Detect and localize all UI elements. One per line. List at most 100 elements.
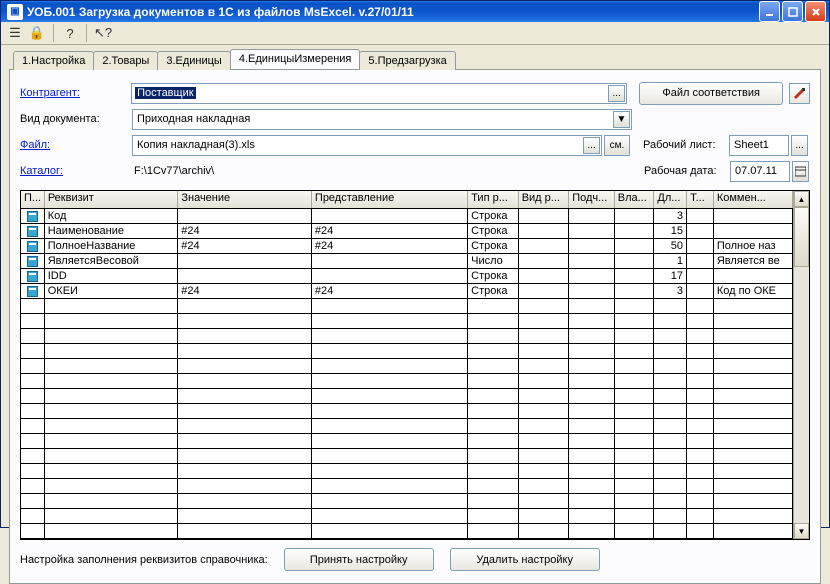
table-row[interactable] <box>21 509 793 524</box>
table-row[interactable] <box>21 314 793 329</box>
table-row[interactable] <box>21 404 793 419</box>
kontragent-lookup-button[interactable]: ... <box>608 85 625 102</box>
column-header[interactable]: П... <box>21 191 45 208</box>
table-cell <box>687 419 714 433</box>
toolbar-icon-1[interactable]: ☰ <box>7 25 23 41</box>
table-cell <box>178 254 312 268</box>
file-field[interactable]: ... <box>132 135 602 156</box>
table-row[interactable] <box>21 359 793 374</box>
close-button[interactable] <box>805 1 826 22</box>
tab-panel: Контрагент: Поставщик ... Файл соответст… <box>9 69 821 584</box>
kontragent-field[interactable]: Поставщик ... <box>131 83 627 104</box>
table-cell <box>714 389 793 403</box>
table-row[interactable] <box>21 329 793 344</box>
table-cell <box>178 299 312 313</box>
edit-icon[interactable] <box>789 83 810 104</box>
tab-3[interactable]: 4.ЕдиницыИзмерения <box>230 49 361 69</box>
katalog-label[interactable]: Каталог: <box>20 165 132 177</box>
match-file-button[interactable]: Файл соответствия <box>639 82 783 105</box>
kontragent-label[interactable]: Контрагент: <box>20 87 131 99</box>
table-cell <box>21 359 45 373</box>
table-row[interactable] <box>21 479 793 494</box>
column-header[interactable]: Вла... <box>615 191 655 208</box>
table-cell: ОКЕИ <box>45 284 179 298</box>
column-header[interactable]: Т... <box>687 191 714 208</box>
table-cell: 3 <box>654 209 687 223</box>
table-row[interactable] <box>21 434 793 449</box>
table-row[interactable]: КодСтрока3 <box>21 209 793 224</box>
file-view-button[interactable]: см. <box>604 135 630 156</box>
column-header[interactable]: Представление <box>312 191 468 208</box>
sheet-field[interactable] <box>729 135 789 156</box>
cursor-help-icon[interactable]: ↖? <box>95 25 111 41</box>
vertical-scrollbar[interactable]: ▲ ▼ <box>793 191 809 539</box>
scroll-thumb[interactable] <box>794 207 809 267</box>
table-row[interactable] <box>21 374 793 389</box>
sheet-input[interactable] <box>730 136 830 155</box>
table-row[interactable]: ПолноеНазвание#24#24Строка50Полное наз <box>21 239 793 254</box>
table-cell <box>45 434 179 448</box>
tab-4[interactable]: 5.Предзагрузка <box>359 51 455 70</box>
column-header[interactable]: Коммен... <box>714 191 793 208</box>
table-row[interactable] <box>21 524 793 539</box>
table-cell <box>569 494 615 508</box>
tab-0[interactable]: 1.Настройка <box>13 51 94 70</box>
date-input[interactable] <box>731 162 830 181</box>
delete-settings-button[interactable]: Удалить настройку <box>450 548 600 571</box>
file-lookup-button[interactable]: ... <box>583 137 600 154</box>
table-cell: Строка <box>468 284 519 298</box>
scroll-track[interactable] <box>794 267 809 523</box>
table-row[interactable]: IDDСтрока17 <box>21 269 793 284</box>
table-cell <box>687 494 714 508</box>
tab-1[interactable]: 2.Товары <box>93 51 158 70</box>
table-row[interactable]: Наименование#24#24Строка15 <box>21 224 793 239</box>
column-header[interactable]: Вид р... <box>519 191 570 208</box>
table-cell <box>21 464 45 478</box>
table-cell <box>615 284 655 298</box>
viddoc-dropdown-button[interactable]: ▼ <box>613 111 630 128</box>
table-cell <box>21 479 45 493</box>
table-cell <box>468 479 519 493</box>
table-cell <box>615 224 655 238</box>
table-row[interactable] <box>21 389 793 404</box>
table-cell <box>178 389 312 403</box>
table-cell: 15 <box>654 224 687 238</box>
minimize-button[interactable] <box>759 1 780 22</box>
scroll-down-button[interactable]: ▼ <box>794 523 809 539</box>
file-input[interactable] <box>133 136 582 155</box>
table-cell <box>519 329 570 343</box>
data-grid[interactable]: П...РеквизитЗначениеПредставлениеТип р..… <box>20 190 810 540</box>
table-row[interactable] <box>21 449 793 464</box>
table-row[interactable] <box>21 464 793 479</box>
table-cell <box>615 404 655 418</box>
maximize-button[interactable] <box>782 1 803 22</box>
viddoc-input[interactable] <box>133 110 612 129</box>
column-header[interactable]: Значение <box>178 191 312 208</box>
apply-settings-button[interactable]: Принять настройку <box>284 548 434 571</box>
table-row[interactable] <box>21 299 793 314</box>
table-cell <box>687 254 714 268</box>
tab-2[interactable]: 3.Единицы <box>157 51 231 70</box>
column-header[interactable]: Подч... <box>569 191 615 208</box>
table-row[interactable] <box>21 344 793 359</box>
help-icon[interactable]: ? <box>62 25 78 41</box>
viddoc-field[interactable]: ▼ <box>132 109 632 130</box>
table-cell <box>569 224 615 238</box>
column-header[interactable]: Реквизит <box>45 191 179 208</box>
table-row[interactable] <box>21 494 793 509</box>
table-cell <box>714 314 793 328</box>
column-header[interactable]: Тип р... <box>468 191 519 208</box>
table-cell <box>519 284 570 298</box>
scroll-up-button[interactable]: ▲ <box>794 191 809 207</box>
table-row[interactable]: ОКЕИ#24#24Строка3Код по ОКЕ <box>21 284 793 299</box>
toolbar-icon-2[interactable]: 🔒 <box>29 25 45 41</box>
file-label[interactable]: Файл: <box>20 139 132 151</box>
table-cell <box>312 449 468 463</box>
date-field[interactable] <box>730 161 790 182</box>
column-header[interactable]: Дл... <box>654 191 687 208</box>
table-row[interactable] <box>21 419 793 434</box>
table-row[interactable]: ЯвляетсяВесовойЧисло1Является ве <box>21 254 793 269</box>
table-cell <box>45 509 179 523</box>
table-cell: #24 <box>178 239 312 253</box>
table-cell <box>468 314 519 328</box>
